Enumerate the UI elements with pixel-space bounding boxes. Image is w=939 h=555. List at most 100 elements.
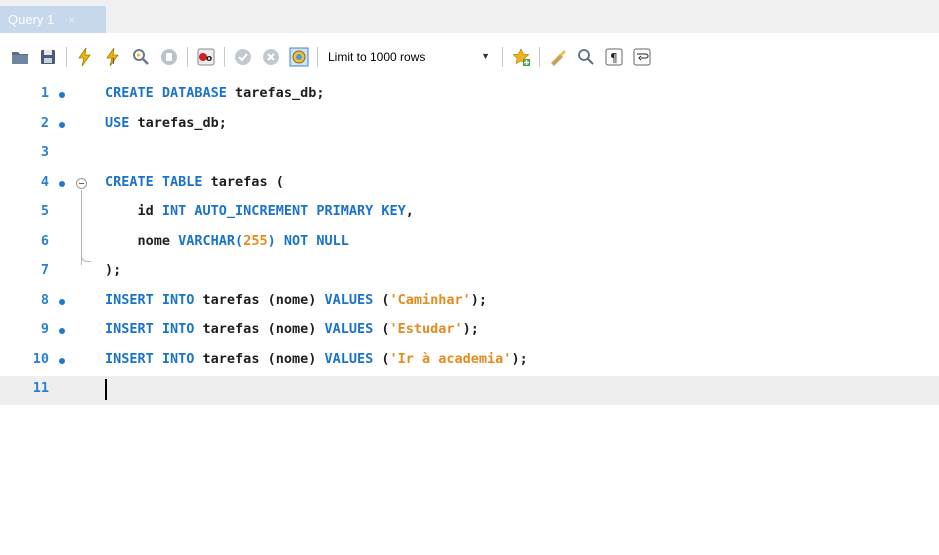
editor-line[interactable]: 7); [0, 258, 939, 287]
line-number: 11 [32, 380, 49, 396]
code-token: INT AUTO_INCREMENT PRIMARY KEY [161, 203, 406, 219]
tab-title: Query 1 [8, 12, 55, 27]
code-text: INSERT INTO tarefas (nome) VALUES ('Estu… [105, 321, 479, 337]
toolbar-separator [66, 47, 67, 67]
statement-marker-icon [59, 328, 65, 334]
code-token: id [105, 203, 162, 219]
code-token: ); [470, 291, 488, 308]
rollback-icon[interactable] [257, 43, 285, 71]
stop-icon[interactable] [155, 43, 183, 71]
word-wrap-icon[interactable] [628, 43, 656, 71]
code-token: ( [381, 291, 390, 308]
code-token: INSERT INTO [105, 350, 203, 367]
tab-bar: Query 1 × [0, 0, 939, 33]
editor-line[interactable]: 8 INSERT INTO tarefas (nome) VALUES ('Cam… [0, 288, 939, 317]
execute-icon[interactable] [71, 43, 99, 71]
editor-line[interactable]: 9 INSERT INTO tarefas (nome) VALUES ('Est… [0, 317, 939, 346]
statement-marker-icon [59, 121, 65, 128]
explain-icon[interactable] [127, 43, 155, 71]
code-token: ) NOT NULL [267, 232, 349, 249]
toggle-stop-on-error-icon[interactable]: o [192, 43, 220, 71]
text-cursor [105, 379, 107, 400]
code-token: nome [105, 232, 179, 249]
toolbar-separator [502, 47, 503, 67]
code-token: tarefas (nome) [202, 291, 325, 308]
editor-line[interactable]: 3 [0, 140, 939, 169]
code-token: ); [511, 350, 528, 367]
svg-text:o: o [206, 54, 212, 64]
line-number: 9 [40, 321, 49, 337]
line-number: 7 [40, 262, 49, 278]
editor-line[interactable]: 2 USE tarefas_db; [0, 111, 939, 140]
code-token: USE [105, 114, 138, 131]
statement-marker-icon [59, 298, 65, 305]
code-text: INSERT INTO tarefas (nome) VALUES ('Cami… [105, 292, 487, 308]
statement-marker-icon [59, 92, 65, 98]
code-text: INSERT INTO tarefas (nome) VALUES ('Ir à… [105, 351, 528, 367]
code-token: 'Estudar' [389, 321, 463, 337]
code-text: id INT AUTO_INCREMENT PRIMARY KEY, [105, 203, 414, 219]
open-folder-icon[interactable] [6, 43, 34, 71]
tab-query-1[interactable]: Query 1 × [0, 6, 106, 33]
editor-line[interactable]: 6 nome VARCHAR(255) NOT NULL [0, 229, 939, 258]
toolbar-separator [187, 47, 188, 67]
line-number: 3 [40, 144, 49, 160]
code-text: CREATE TABLE tarefas ( [105, 174, 284, 190]
editor-line[interactable]: 1 CREATE DATABASE tarefas_db; [0, 81, 939, 110]
editor-line[interactable]: 4 CREATE TABLE tarefas ( [0, 170, 939, 265]
toolbar-separator [224, 47, 225, 67]
invisible-chars-icon[interactable]: ¶ [600, 43, 628, 71]
code-token: tarefas (nome) [202, 321, 325, 337]
code-token: VALUES [324, 291, 382, 308]
code-token: tarefas (nome) [202, 350, 325, 367]
editor-line[interactable]: 10 INSERT INTO tarefas (nome) VALUES ('Ir… [0, 347, 939, 376]
code-text: ); [105, 262, 121, 278]
code-token: INSERT INTO [105, 291, 203, 308]
code-token: ); [462, 321, 479, 337]
code-token: tarefas_db; [137, 114, 227, 131]
find-icon[interactable] [572, 43, 600, 71]
code-token: 255 [243, 232, 268, 249]
beautify-icon[interactable] [544, 43, 572, 71]
fold-toggle-icon[interactable] [76, 177, 87, 189]
limit-rows-select[interactable]: Limit to 1000 rows ▼ [322, 44, 498, 70]
code-token: ); [105, 262, 122, 278]
code-token: 'Caminhar' [389, 291, 471, 308]
code-token: VARCHAR( [178, 232, 244, 249]
execute-current-icon[interactable]: I [99, 43, 127, 71]
add-snippet-icon[interactable] [507, 43, 535, 71]
code-token: ( [381, 350, 390, 367]
sql-editor-toolbar: I o Limit to 1000 rows ▼ ¶ [0, 33, 939, 81]
code-token: 'Ir à academia' [389, 350, 512, 367]
commit-icon[interactable] [229, 43, 257, 71]
statement-marker-icon [59, 357, 65, 364]
editor-line[interactable]: 5 id INT AUTO_INCREMENT PRIMARY KEY, [0, 199, 939, 228]
editor-line[interactable]: 11 [0, 376, 939, 405]
line-number: 5 [40, 203, 49, 219]
line-number: 8 [40, 291, 49, 308]
toolbar-separator [317, 47, 318, 67]
code-text: nome VARCHAR(255) NOT NULL [105, 233, 349, 249]
code-token: ( [381, 321, 390, 337]
code-token: CREATE DATABASE [105, 85, 236, 101]
sql-editor[interactable]: 1 CREATE DATABASE tarefas_db; 2 USE tarefas… [0, 81, 939, 555]
code-token: INSERT INTO [105, 321, 203, 337]
code-text: CREATE DATABASE tarefas_db; [105, 85, 324, 101]
close-tab-icon[interactable]: × [68, 13, 75, 27]
autocommit-icon[interactable] [285, 43, 313, 71]
chevron-down-icon: ▼ [481, 51, 490, 61]
line-number: 1 [40, 85, 49, 101]
save-icon[interactable] [34, 43, 62, 71]
code-token: tarefas ( [210, 173, 284, 190]
code-token: CREATE TABLE [105, 173, 211, 190]
toolbar-separator [539, 47, 540, 67]
svg-text:I: I [112, 57, 115, 67]
code-token: VALUES [324, 350, 382, 367]
line-number: 4 [40, 173, 49, 190]
limit-rows-value: Limit to 1000 rows [328, 50, 426, 64]
code-token: , [405, 203, 414, 219]
code-token: VALUES [324, 321, 382, 337]
line-number: 6 [40, 232, 49, 249]
svg-text:¶: ¶ [610, 51, 618, 65]
statement-marker-icon [59, 180, 65, 187]
